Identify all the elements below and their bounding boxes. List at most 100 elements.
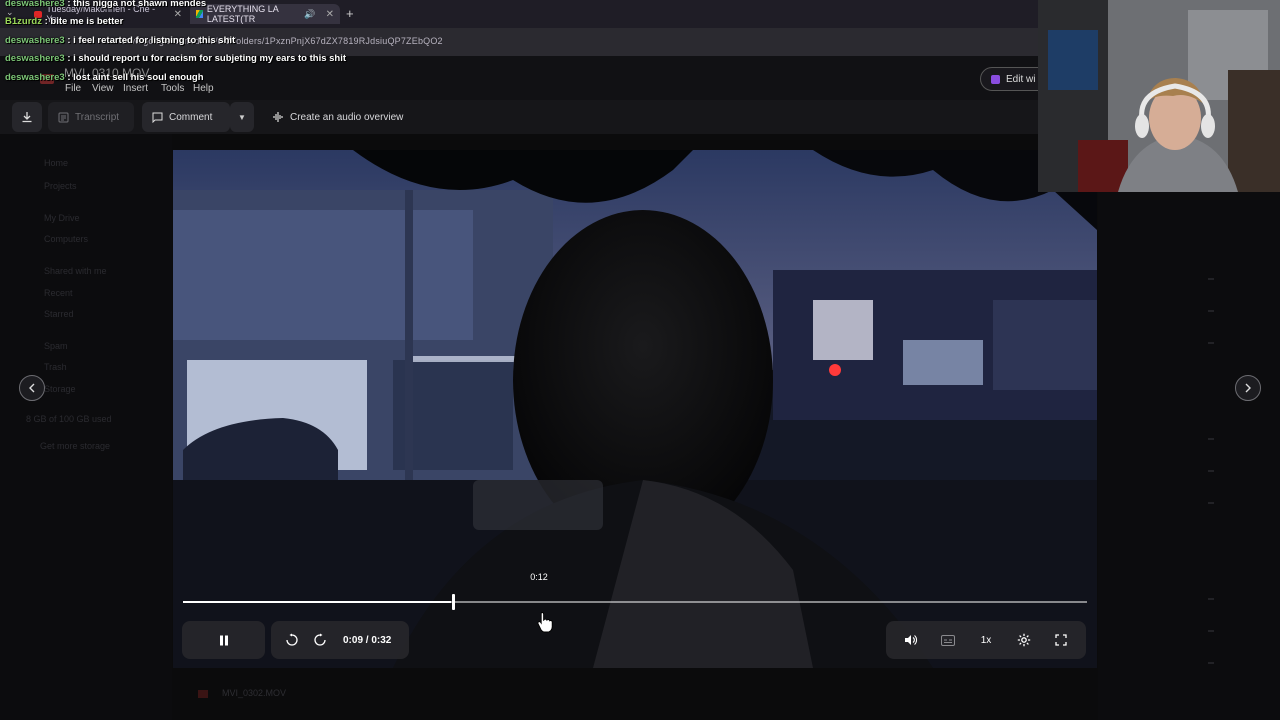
audio-overview-button[interactable]: Create an audio overview	[262, 102, 422, 132]
settings-button[interactable]	[1012, 628, 1036, 652]
next-file-button[interactable]	[1235, 375, 1261, 401]
rewind-button[interactable]	[283, 628, 301, 652]
speed-label: 1x	[980, 634, 992, 646]
sidebar-item-computers[interactable]: Computers	[44, 234, 88, 244]
video-file-icon	[198, 690, 208, 698]
chat-username: deswashere3	[5, 35, 65, 46]
storage-usage: 8 GB of 100 GB used	[26, 414, 112, 424]
hand-cursor-icon	[537, 612, 553, 633]
chat-text: lost aint sell his soul enough	[73, 72, 204, 83]
forward-10-icon	[314, 633, 326, 646]
transcript-icon	[58, 112, 69, 122]
sidebar-item-my-drive[interactable]: My Drive	[44, 213, 80, 223]
forward-button[interactable]	[311, 628, 329, 652]
chevron-down-icon: ▼	[238, 112, 246, 122]
drive-icon	[196, 10, 203, 18]
playback-speed-button[interactable]: 1x	[974, 628, 998, 652]
video-frame[interactable]	[173, 150, 1097, 668]
chat-message: deswashere3 : lost aint sell his soul en…	[5, 72, 204, 83]
transcript-button[interactable]: Transcript	[48, 102, 134, 132]
close-icon[interactable]: ✕	[326, 9, 334, 20]
fullscreen-icon	[1055, 634, 1067, 646]
menu-file[interactable]: File	[65, 83, 81, 94]
browser-tab-drive[interactable]: EVERYTHING LA LATEST(TR 🔊 ✕	[190, 4, 340, 24]
file-row-name[interactable]: MVI_0302.MOV	[222, 688, 286, 698]
chat-message: deswashere3 : i feel retarted for listni…	[5, 35, 236, 46]
chat-message: deswashere3 : this nigga not shawn mende…	[5, 0, 207, 9]
transcript-label: Transcript	[75, 111, 120, 123]
list-divider	[1208, 662, 1214, 664]
volume-button[interactable]	[899, 628, 923, 652]
sidebar-item-projects[interactable]: Projects	[44, 181, 77, 191]
chevron-right-icon	[1245, 383, 1251, 393]
gear-icon	[1017, 633, 1030, 647]
chat-username: deswashere3	[5, 53, 65, 64]
sidebar-item-starred[interactable]: Starred	[44, 309, 74, 319]
tab-label: EVERYTHING LA LATEST(TR	[206, 4, 279, 24]
comment-button[interactable]: Comment	[142, 102, 230, 132]
download-button[interactable]	[12, 102, 42, 132]
list-divider	[1208, 438, 1214, 440]
rewind-10-icon	[286, 633, 298, 646]
fullscreen-button[interactable]	[1049, 628, 1073, 652]
drive-sidebar	[0, 134, 172, 720]
progress-fill	[183, 601, 451, 603]
audio-wave-icon	[273, 112, 283, 122]
sidebar-item-trash[interactable]: Trash	[44, 362, 67, 372]
time-display: 0:09 / 0:32	[343, 634, 392, 646]
sidebar-item-storage[interactable]: Storage	[44, 384, 76, 394]
menu-help[interactable]: Help	[193, 83, 214, 94]
comment-dropdown[interactable]: ▼	[230, 102, 254, 132]
scrub-preview-time: 0:12	[530, 572, 548, 582]
chat-text: bite me is better	[50, 16, 124, 27]
progress-bar[interactable]	[183, 601, 1087, 603]
chat-username: B1zurdz	[5, 16, 42, 27]
sidebar-item-shared[interactable]: Shared with me	[44, 266, 107, 276]
menu-view[interactable]: View	[92, 83, 114, 94]
list-divider	[1208, 310, 1214, 312]
volume-icon	[904, 635, 917, 645]
list-divider	[1208, 278, 1214, 280]
list-divider	[1208, 502, 1214, 504]
new-tab-button[interactable]: +	[346, 6, 354, 21]
speaker-icon[interactable]: 🔊	[304, 9, 315, 20]
chat-text: this nigga not shawn mendes	[73, 0, 207, 9]
sidebar-item-home[interactable]: Home	[44, 158, 68, 168]
chat-text: i should report u for racism for subjeti…	[73, 53, 347, 64]
video-content	[173, 150, 1097, 668]
webcam-image	[1038, 0, 1280, 192]
list-divider	[1208, 342, 1214, 344]
menu-insert[interactable]: Insert	[123, 83, 148, 94]
close-icon[interactable]: ✕	[174, 9, 182, 20]
vids-icon	[991, 74, 1000, 84]
player-settings-controls: 1x	[886, 621, 1086, 659]
chat-message: B1zurdz : bite me is better	[5, 16, 124, 27]
chat-username: deswashere3	[5, 0, 65, 9]
progress-thumb[interactable]	[452, 594, 455, 610]
comment-label: Comment	[169, 111, 213, 123]
audio-overview-label: Create an audio overview	[290, 111, 404, 123]
list-divider	[1208, 470, 1214, 472]
sidebar-item-recent[interactable]: Recent	[44, 288, 73, 298]
chat-username: deswashere3	[5, 72, 65, 83]
seek-controls: 0:09 / 0:32	[271, 621, 409, 659]
chat-message: deswashere3 : i should report u for raci…	[5, 53, 347, 64]
captions-button[interactable]	[936, 628, 960, 652]
download-icon	[22, 112, 32, 123]
captions-icon	[941, 634, 956, 646]
webcam-feed	[1038, 0, 1280, 192]
list-divider	[1208, 630, 1214, 632]
chevron-left-icon	[29, 383, 35, 393]
pause-button[interactable]	[212, 628, 236, 652]
pause-icon	[219, 635, 228, 645]
menu-tools[interactable]: Tools	[161, 83, 184, 94]
comment-icon	[152, 112, 163, 123]
file-list-pane	[1098, 134, 1280, 720]
play-controls	[182, 621, 265, 659]
previous-file-button[interactable]	[19, 375, 45, 401]
edit-button-label: Edit wi	[1006, 73, 1036, 85]
chat-text: i feel retarted for listning to this shi…	[73, 35, 236, 46]
get-storage-button[interactable]: Get more storage	[40, 441, 110, 451]
list-divider	[1208, 598, 1214, 600]
sidebar-item-spam[interactable]: Spam	[44, 341, 68, 351]
